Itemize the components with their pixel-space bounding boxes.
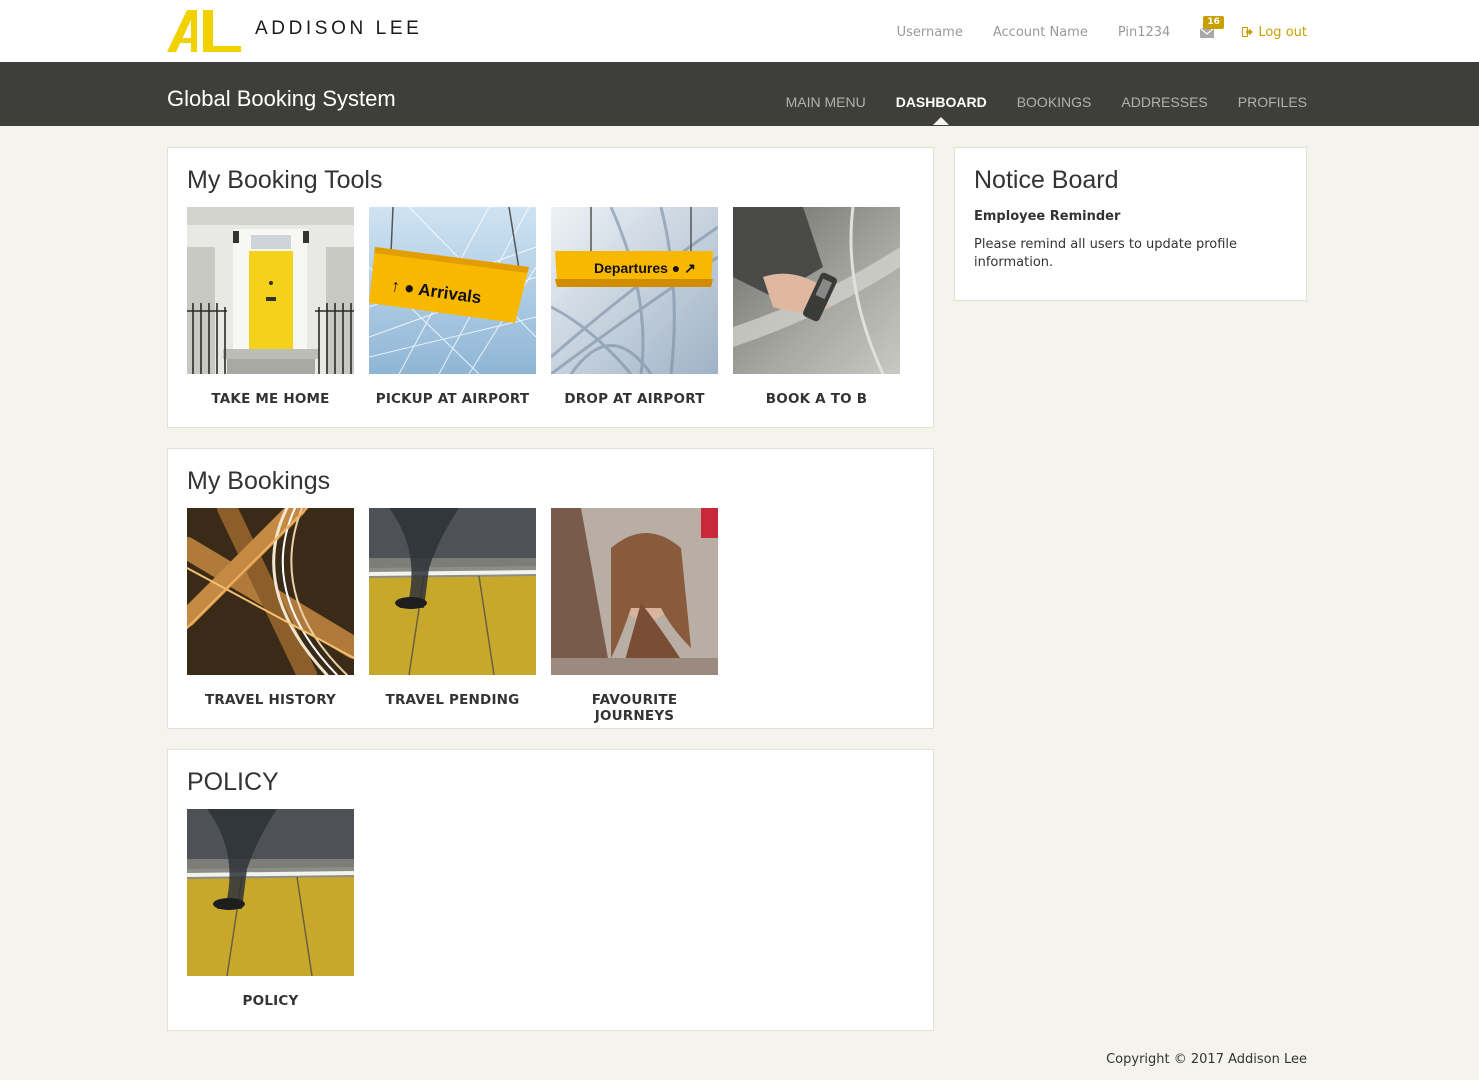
nav-addresses[interactable]: ADDRESSES [1121, 94, 1207, 110]
policy-label: POLICY [242, 993, 299, 1009]
top-bar: ADDISON LEE Username Account Name Pin123… [0, 0, 1479, 62]
username-link[interactable]: Username [897, 25, 963, 40]
departures-sign-image: Departures ● ↗ [551, 207, 718, 374]
notice-body: Please remind all users to update profil… [974, 237, 1238, 270]
al-monogram-icon [167, 10, 241, 52]
account-name-link[interactable]: Account Name [993, 25, 1088, 40]
copyright-text: Copyright © 2017 Addison Lee [1106, 1052, 1307, 1067]
yellow-door-image [187, 207, 354, 374]
book-a-to-b-tile[interactable]: BOOK A TO B [733, 207, 900, 407]
take-me-home-label: TAKE ME HOME [211, 391, 330, 407]
main-nav: MAIN MENU DASHBOARD BOOKINGS ADDRESSES P… [756, 94, 1307, 125]
travel-history-tile[interactable]: TRAVEL HISTORY [187, 508, 354, 724]
user-utility-bar: Username Account Name Pin1234 16 Log out [867, 16, 1307, 42]
book-a-to-b-label: BOOK A TO B [765, 391, 868, 407]
pickup-at-airport-label: PICKUP AT AIRPORT [375, 391, 530, 407]
favourite-journeys-tile[interactable]: FAVOURITE JOURNEYS [551, 508, 718, 724]
my-bookings-title: My Bookings [187, 467, 331, 495]
messages-count-badge: 16 [1203, 16, 1224, 29]
logout-label: Log out [1258, 24, 1307, 40]
policy-panel: POLICY POLICY [167, 749, 934, 1031]
addison-lee-logo[interactable]: ADDISON LEE [167, 10, 422, 52]
booking-tools-title: My Booking Tools [187, 166, 383, 194]
nav-dashboard[interactable]: DASHBOARD [896, 94, 987, 125]
walking-platform-image [187, 809, 354, 976]
drop-at-airport-label: DROP AT AIRPORT [564, 391, 705, 407]
svg-text:Departures ● ↗: Departures ● ↗ [594, 260, 696, 276]
nav-main-menu[interactable]: MAIN MENU [786, 94, 866, 110]
logout-link[interactable]: Log out [1242, 25, 1307, 40]
notice-board-title: Notice Board [974, 166, 1119, 194]
travel-history-label: TRAVEL HISTORY [204, 692, 337, 708]
notice-heading: Employee Reminder [974, 209, 1121, 224]
app-title: Global Booking System [167, 86, 396, 111]
walking-platform-image [369, 508, 536, 675]
passenger-window-image [551, 508, 718, 675]
my-bookings-panel: My Bookings TRAVEL HISTORY TRAVEL PENDIN… [167, 448, 934, 729]
notice-board-panel: Notice Board Employee Reminder Please re… [954, 147, 1307, 301]
arrivals-sign-image: ↑ ● Arrivals [369, 207, 536, 374]
travel-pending-label: TRAVEL PENDING [385, 692, 520, 708]
messages-button[interactable]: 16 [1200, 16, 1224, 40]
main-nav-bar: Global Booking System MAIN MENU DASHBOAR… [0, 62, 1479, 126]
pickup-at-airport-tile[interactable]: ↑ ● Arrivals PICKUP AT AIRPORT [369, 207, 536, 407]
drop-at-airport-tile[interactable]: Departures ● ↗ DROP AT AIRPORT [551, 207, 718, 407]
take-me-home-tile[interactable]: TAKE ME HOME [187, 207, 354, 407]
car-door-hand-image [733, 207, 900, 374]
nav-profiles[interactable]: PROFILES [1238, 94, 1307, 110]
booking-tools-panel: My Booking Tools TAKE ME HOME ↑ ● Arriva… [167, 147, 934, 428]
logo-text: ADDISON LEE [255, 18, 423, 39]
policy-tile[interactable]: POLICY [187, 809, 354, 1009]
light-trails-image [187, 508, 354, 675]
travel-pending-tile[interactable]: TRAVEL PENDING [369, 508, 536, 724]
pin-link[interactable]: Pin1234 [1118, 25, 1171, 40]
logout-icon [1242, 27, 1254, 37]
nav-bookings[interactable]: BOOKINGS [1017, 94, 1092, 110]
policy-title: POLICY [187, 768, 279, 796]
favourite-journeys-label: FAVOURITE JOURNEYS [591, 692, 678, 724]
